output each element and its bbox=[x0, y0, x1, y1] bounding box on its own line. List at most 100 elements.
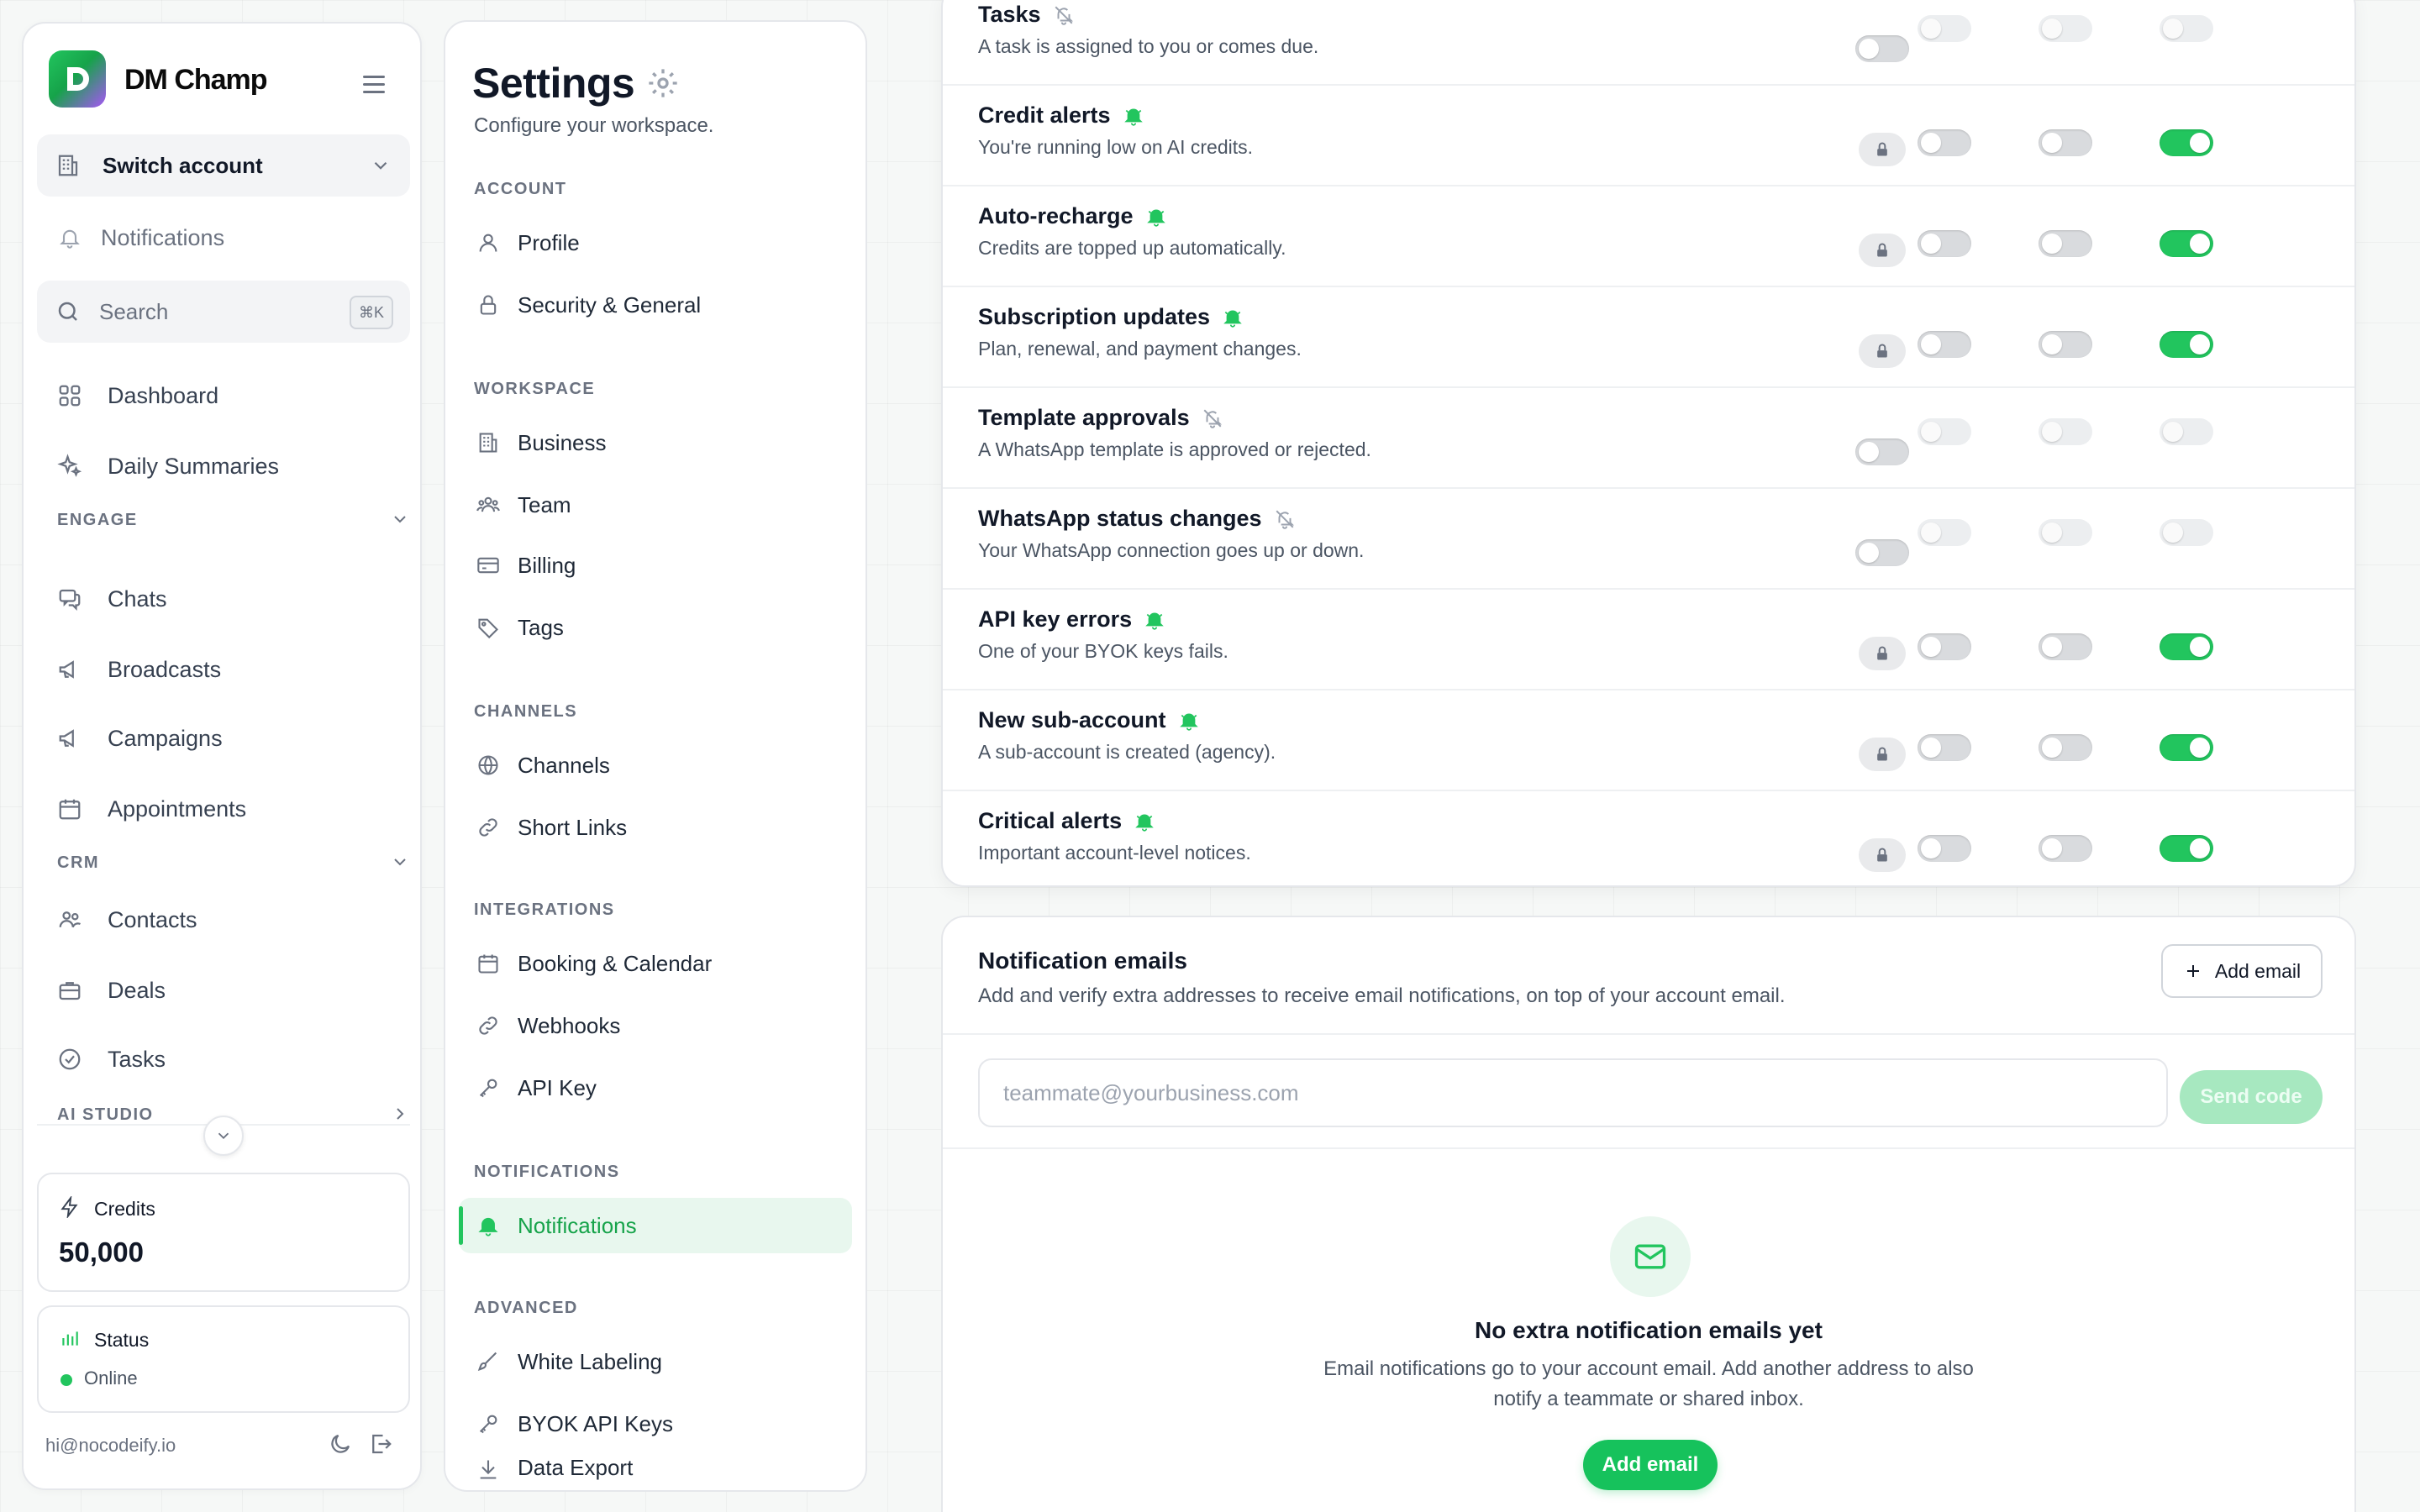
settings-item-label: Tags bbox=[518, 614, 564, 640]
lock-icon bbox=[1859, 234, 1906, 267]
settings-item-booking-calendar[interactable]: Booking & Calendar bbox=[459, 936, 852, 991]
sidebar-item-chats[interactable]: Chats bbox=[37, 571, 410, 627]
notification-description: One of your BYOK keys fails. bbox=[978, 640, 1228, 662]
logout-icon[interactable] bbox=[368, 1431, 393, 1457]
notification-row: WhatsApp status changes Your WhatsApp con… bbox=[943, 489, 2354, 590]
settings-item-business[interactable]: Business bbox=[459, 415, 852, 470]
settings-item-label: API Key bbox=[518, 1074, 597, 1100]
empty-add-email-button[interactable]: Add email bbox=[1583, 1440, 1718, 1490]
section-label-engage: ENGAGE bbox=[57, 511, 138, 529]
empty-state-description-line2: notify a teammate or shared inbox. bbox=[1493, 1388, 1804, 1410]
settings-item-label: Notifications bbox=[518, 1212, 637, 1238]
sidebar-item-contacts[interactable]: Contacts bbox=[37, 892, 410, 948]
toggle-channel-2[interactable] bbox=[1918, 633, 1971, 660]
toggle-channel-3[interactable] bbox=[2039, 331, 2092, 358]
sidebar-item-broadcasts[interactable]: Broadcasts bbox=[37, 642, 410, 697]
toggle-channel-4[interactable] bbox=[2160, 15, 2213, 42]
toggle-channel-3[interactable] bbox=[2039, 734, 2092, 761]
settings-item-data-export[interactable]: Data Export bbox=[459, 1450, 852, 1490]
sidebar-item-label: Broadcasts bbox=[108, 656, 222, 682]
toggle-channel-4[interactable] bbox=[2160, 129, 2213, 156]
bell-icon bbox=[55, 223, 84, 252]
toggle-channel-2[interactable] bbox=[1918, 331, 1971, 358]
toggle-channel-3[interactable] bbox=[2039, 230, 2092, 257]
sidebar-item-tasks[interactable]: Tasks bbox=[37, 1032, 410, 1087]
page-subtitle: Configure your workspace. bbox=[474, 114, 714, 137]
toggle-channel-2[interactable] bbox=[1918, 230, 1971, 257]
toggle-channel-4[interactable] bbox=[2160, 519, 2213, 546]
toggle-channel-3[interactable] bbox=[2039, 633, 2092, 660]
notification-description: You're running low on AI credits. bbox=[978, 136, 1254, 158]
chat-icon bbox=[55, 585, 84, 613]
toggle-channel-2[interactable] bbox=[1918, 519, 1971, 546]
settings-item-white-labeling[interactable]: White Labeling bbox=[459, 1334, 852, 1389]
toggle-channel-2[interactable] bbox=[1918, 418, 1971, 445]
settings-item-profile[interactable]: Profile bbox=[459, 215, 852, 270]
notification-row: Critical alerts Important account-level n… bbox=[943, 791, 2354, 892]
toggle-channel-3[interactable] bbox=[2039, 129, 2092, 156]
download-icon bbox=[474, 1455, 502, 1483]
toggle-channel-3[interactable] bbox=[2039, 835, 2092, 862]
settings-item-billing[interactable]: Billing bbox=[459, 538, 852, 593]
toggle-channel-2[interactable] bbox=[1918, 835, 1971, 862]
toggle-channel-2[interactable] bbox=[1918, 129, 1971, 156]
notification-row: Credit alerts You're running low on AI cr… bbox=[943, 86, 2354, 186]
toggle-channel-4[interactable] bbox=[2160, 633, 2213, 660]
lock-icon bbox=[474, 291, 502, 319]
sidebar-item-daily-summaries[interactable]: Daily Summaries bbox=[37, 438, 410, 494]
toggle-channel-4[interactable] bbox=[2160, 331, 2213, 358]
toggle-channel-2[interactable] bbox=[1918, 15, 1971, 42]
notification-title-text: API key errors bbox=[978, 606, 1133, 632]
lightning-icon bbox=[59, 1196, 81, 1218]
toggle-channel-1[interactable] bbox=[1855, 35, 1909, 62]
toggle-channel-4[interactable] bbox=[2160, 734, 2213, 761]
notification-title: WhatsApp status changes bbox=[978, 506, 1296, 532]
toggle-channel-1[interactable] bbox=[1855, 438, 1909, 465]
settings-item-channels[interactable]: Channels bbox=[459, 738, 852, 793]
toggle-channel-4[interactable] bbox=[2160, 418, 2213, 445]
brand-logo[interactable] bbox=[49, 50, 106, 108]
add-email-button[interactable]: Add email bbox=[2161, 944, 2323, 998]
settings-item-api-key[interactable]: API Key bbox=[459, 1060, 852, 1116]
send-code-button[interactable]: Send code bbox=[2180, 1070, 2323, 1124]
sidebar-item-appointments[interactable]: Appointments bbox=[37, 781, 410, 837]
settings-item-byok-api-keys[interactable]: BYOK API Keys bbox=[459, 1396, 852, 1452]
lock-icon bbox=[1859, 738, 1906, 771]
settings-item-security[interactable]: Security & General bbox=[459, 277, 852, 333]
sidebar-item-campaigns[interactable]: Campaigns bbox=[37, 711, 410, 766]
notification-title-text: Credit alerts bbox=[978, 102, 1111, 128]
settings-item-team[interactable]: Team bbox=[459, 477, 852, 533]
toggle-channel-3[interactable] bbox=[2039, 15, 2092, 42]
settings-item-short-links[interactable]: Short Links bbox=[459, 800, 852, 855]
settings-item-label: Short Links bbox=[518, 814, 628, 840]
notification-emails-panel: Notification emails Add and verify extra… bbox=[941, 916, 2356, 1512]
search-placeholder: Search bbox=[99, 298, 169, 324]
toggle-channel-4[interactable] bbox=[2160, 835, 2213, 862]
toggle-channel-4[interactable] bbox=[2160, 230, 2213, 257]
menu-icon[interactable] bbox=[363, 76, 385, 98]
chevron-down-icon[interactable] bbox=[390, 509, 410, 533]
sidebar-item-deals[interactable]: Deals bbox=[37, 963, 410, 1018]
email-input[interactable] bbox=[978, 1058, 2168, 1127]
settings-item-tags[interactable]: Tags bbox=[459, 600, 852, 655]
settings-item-label: Billing bbox=[518, 552, 576, 578]
notification-title: Auto-recharge bbox=[978, 203, 1167, 229]
sidebar-item-dashboard[interactable]: Dashboard bbox=[37, 368, 410, 423]
toggle-channel-3[interactable] bbox=[2039, 519, 2092, 546]
chevron-down-icon bbox=[370, 155, 392, 182]
settings-item-webhooks[interactable]: Webhooks bbox=[459, 998, 852, 1053]
credits-value: 50,000 bbox=[59, 1236, 144, 1268]
toggle-channel-3[interactable] bbox=[2039, 418, 2092, 445]
user-icon bbox=[474, 228, 502, 257]
toggle-channel-2[interactable] bbox=[1918, 734, 1971, 761]
switch-account-button[interactable]: Switch account bbox=[37, 134, 410, 197]
settings-item-notifications[interactable]: Notifications bbox=[459, 1198, 852, 1253]
moon-icon[interactable] bbox=[328, 1431, 353, 1457]
search-box[interactable]: Search ⌘K bbox=[37, 281, 410, 343]
chevron-down-icon[interactable] bbox=[390, 852, 410, 876]
toggle-channel-1[interactable] bbox=[1855, 539, 1909, 566]
scroll-down-button[interactable] bbox=[203, 1116, 244, 1156]
section-description: Add and verify extra addresses to receiv… bbox=[978, 984, 1786, 1007]
calendar-icon bbox=[55, 795, 84, 823]
sidebar-item-notifications[interactable]: Notifications bbox=[37, 210, 410, 265]
